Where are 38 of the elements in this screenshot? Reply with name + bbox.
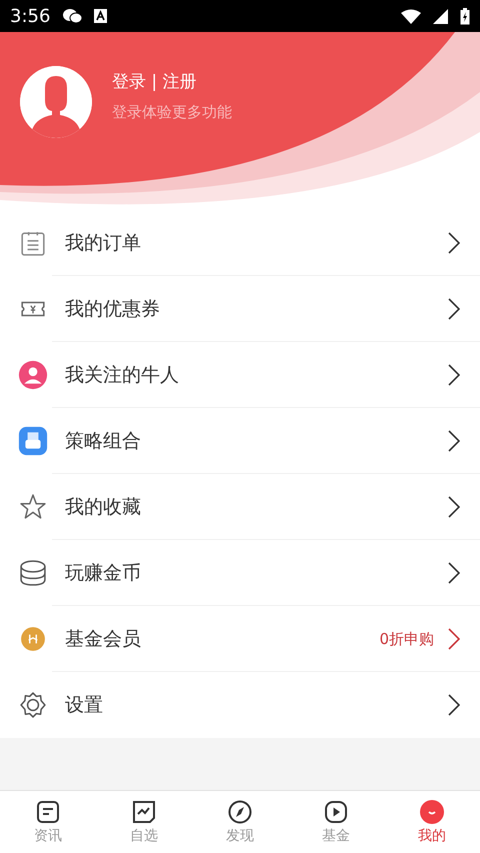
chevron-icon bbox=[448, 628, 460, 650]
font-icon bbox=[94, 9, 108, 23]
coin-stack-icon bbox=[20, 560, 46, 586]
person-badge-icon bbox=[20, 362, 46, 388]
battery-icon bbox=[460, 8, 470, 24]
chart-icon bbox=[132, 800, 156, 824]
medal-icon bbox=[20, 626, 46, 652]
chevron-icon bbox=[448, 232, 460, 254]
chevron-icon bbox=[448, 562, 460, 584]
login-register-link[interactable]: 登录 | 注册 bbox=[112, 70, 232, 93]
login-hint: 登录体验更多功能 bbox=[112, 103, 232, 122]
menu-item[interactable]: 基金会员 bbox=[65, 626, 380, 652]
chevron-icon bbox=[448, 430, 460, 452]
menu-item[interactable]: 设置 bbox=[65, 692, 448, 718]
news-icon bbox=[36, 800, 60, 824]
promo-text: 0折申购 bbox=[379, 630, 434, 648]
printer-icon bbox=[20, 428, 46, 454]
play-icon bbox=[324, 800, 348, 824]
chevron-icon bbox=[448, 298, 460, 320]
compass-icon bbox=[228, 800, 252, 824]
chevron-icon bbox=[448, 364, 460, 386]
smile-icon bbox=[420, 800, 444, 824]
menu-item[interactable]: 我关注的牛人 bbox=[65, 362, 448, 388]
star-icon bbox=[20, 494, 46, 520]
wifi-icon bbox=[401, 8, 421, 24]
chevron-icon bbox=[448, 496, 460, 518]
menu-item[interactable]: 我的收藏 bbox=[65, 494, 448, 520]
menu-item[interactable]: 玩赚金币 bbox=[65, 560, 448, 586]
tab[interactable]: 我的 bbox=[384, 791, 480, 853]
status-time: 3:56 bbox=[10, 6, 50, 26]
settings-icon bbox=[20, 692, 46, 718]
chat-bubbles-icon bbox=[62, 8, 82, 24]
chevron-icon bbox=[448, 694, 460, 716]
menu-item[interactable]: 我的订单 bbox=[65, 230, 448, 256]
list-icon bbox=[20, 230, 46, 256]
signal-icon bbox=[433, 8, 448, 24]
menu-item[interactable]: 策略组合 bbox=[65, 428, 448, 454]
menu-item[interactable]: 我的优惠券 bbox=[65, 296, 448, 322]
